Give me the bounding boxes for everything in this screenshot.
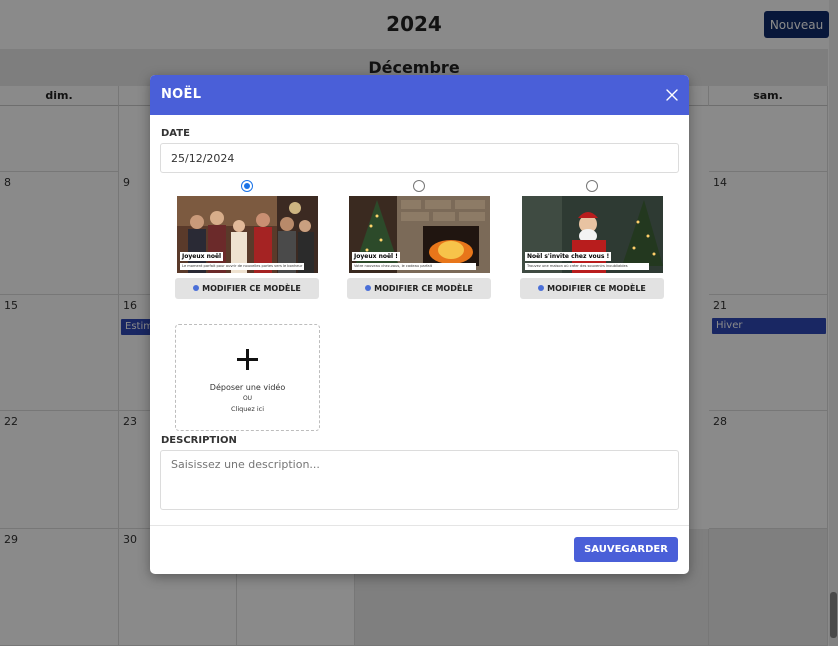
dropzone-click: Cliquez ici: [230, 405, 265, 413]
template-caption-subtitle: Trouvez une maison où créer des souvenir…: [525, 263, 649, 270]
template-radio-1[interactable]: [241, 180, 253, 192]
modify-template-button-2[interactable]: MODIFIER CE MODÈLE: [347, 278, 491, 299]
dropzone-text: Déposer une vidéo: [209, 383, 286, 392]
description-field[interactable]: [160, 450, 679, 510]
date-field[interactable]: [160, 143, 679, 173]
template-thumbnail-3[interactable]: Noël s'invite chez vous ! Trouvez une ma…: [522, 196, 663, 273]
date-label: DATE: [161, 128, 190, 139]
modify-template-button-3[interactable]: MODIFIER CE MODÈLE: [520, 278, 664, 299]
modify-template-button-1[interactable]: MODIFIER CE MODÈLE: [175, 278, 319, 299]
event-modal: NOËL DATE Joyeux noël Le moment parfait …: [150, 75, 689, 574]
edit-dot-icon: [365, 285, 372, 291]
modal-title: NOËL: [161, 87, 202, 102]
template-caption-title: Joyeux noël: [180, 252, 224, 261]
plus-icon: [237, 349, 258, 370]
template-radio-2[interactable]: [413, 180, 425, 192]
fireplace-scene-image: [349, 196, 490, 273]
close-icon[interactable]: [664, 87, 680, 103]
save-button[interactable]: SAUVEGARDER: [574, 537, 678, 562]
edit-dot-icon: [193, 285, 200, 291]
template-caption-subtitle: Le moment parfait pour ouvrir de nouvell…: [180, 263, 304, 270]
template-radio-3[interactable]: [586, 180, 598, 192]
template-thumbnail-1[interactable]: Joyeux noël Le moment parfait pour ouvri…: [177, 196, 318, 273]
modify-template-label: MODIFIER CE MODÈLE: [202, 284, 301, 293]
modify-template-label: MODIFIER CE MODÈLE: [374, 284, 473, 293]
modify-template-label: MODIFIER CE MODÈLE: [547, 284, 646, 293]
template-thumbnail-2[interactable]: Joyeux noël ! Votre nouveau chez-vous, l…: [349, 196, 490, 273]
video-dropzone[interactable]: Déposer une vidéo OU Cliquez ici: [175, 324, 320, 431]
dropzone-or: OU: [242, 395, 253, 402]
edit-dot-icon: [538, 285, 545, 291]
santa-scene-image: [522, 196, 663, 273]
modal-header: NOËL: [150, 75, 689, 115]
family-scene-image: [177, 196, 318, 273]
description-label: DESCRIPTION: [161, 435, 237, 446]
template-caption-title: Joyeux noël !: [352, 252, 400, 261]
template-caption-title: Noël s'invite chez vous !: [525, 252, 612, 261]
modal-footer-divider: [150, 525, 689, 526]
template-caption-subtitle: Votre nouveau chez-vous, le cadeau parfa…: [352, 263, 476, 270]
